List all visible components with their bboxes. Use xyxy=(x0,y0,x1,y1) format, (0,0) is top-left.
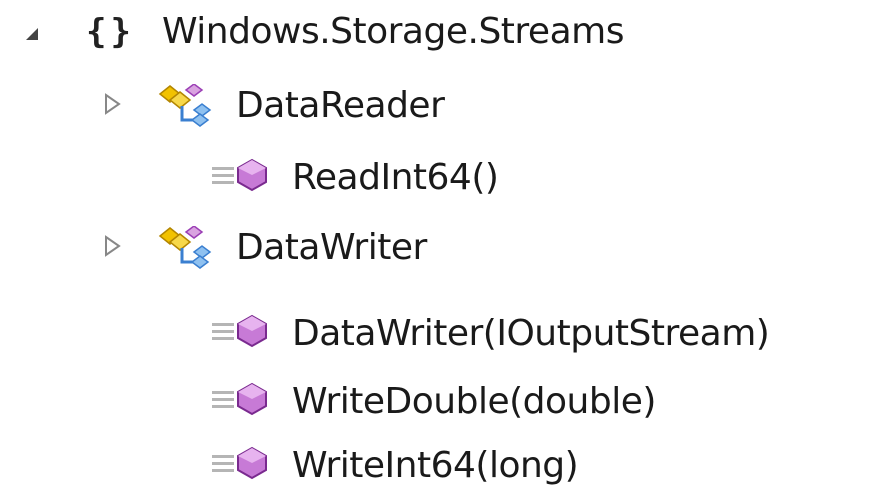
method-label: WriteDouble(double) xyxy=(292,381,656,422)
method-icon xyxy=(210,158,270,196)
tree-node-namespace[interactable]: {} Windows.Storage.Streams xyxy=(0,0,871,68)
method-icon xyxy=(210,446,270,484)
collapse-arrow-icon[interactable] xyxy=(20,22,44,46)
solution-tree: {} Windows.Storage.Streams DataReader Re… xyxy=(0,0,871,496)
class-icon xyxy=(156,225,212,274)
method-icon xyxy=(210,382,270,420)
method-icon xyxy=(210,314,270,352)
class-icon xyxy=(156,83,212,132)
namespace-icon: {} xyxy=(86,12,135,52)
tree-node-method[interactable]: DataWriter(IOutputStream) xyxy=(0,296,871,364)
class-label: DataWriter xyxy=(236,227,427,268)
expand-arrow-icon[interactable] xyxy=(100,92,124,116)
method-label: DataWriter(IOutputStream) xyxy=(292,313,770,354)
method-label: ReadInt64() xyxy=(292,157,499,198)
tree-node-method[interactable]: ReadInt64() xyxy=(0,140,871,208)
tree-node-method[interactable]: WriteDouble(double) xyxy=(0,364,871,432)
tree-node-method[interactable]: WriteInt64(long) xyxy=(0,428,871,496)
tree-node-class[interactable]: DataWriter xyxy=(0,212,871,280)
expand-arrow-icon[interactable] xyxy=(100,234,124,258)
namespace-label: Windows.Storage.Streams xyxy=(162,11,624,52)
method-label: WriteInt64(long) xyxy=(292,445,579,486)
class-label: DataReader xyxy=(236,85,445,126)
tree-node-class[interactable]: DataReader xyxy=(0,70,871,138)
